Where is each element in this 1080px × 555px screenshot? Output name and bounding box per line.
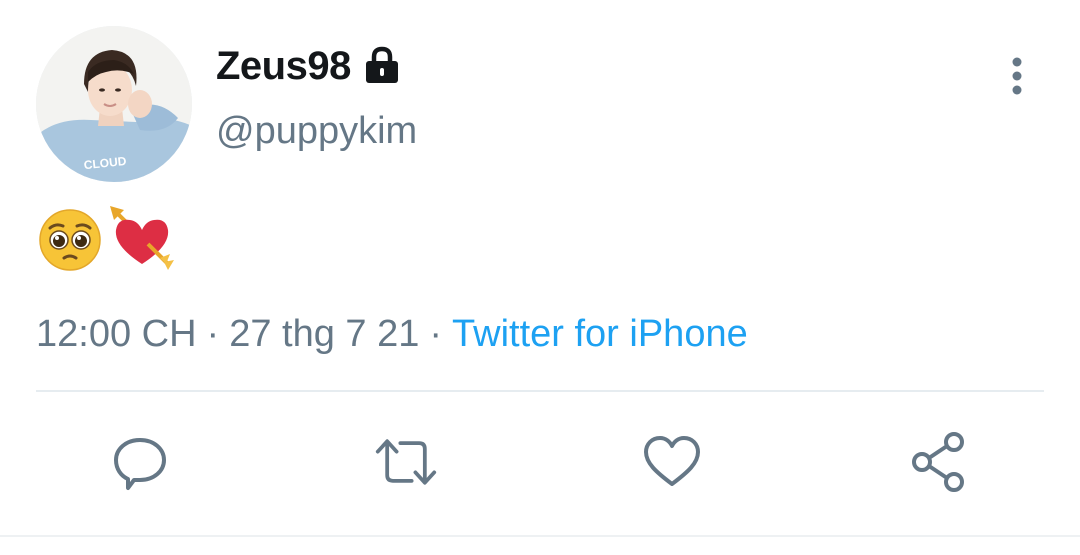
heart-with-arrow-emoji — [108, 204, 176, 272]
retweet-icon — [375, 439, 437, 485]
tweet-meta: 12:00 CH · 27 thg 7 21 · Twitter for iPhone — [36, 310, 748, 358]
tweet-source-link[interactable]: Twitter for iPhone — [452, 313, 748, 355]
more-vertical-icon — [1012, 57, 1022, 95]
more-options-button[interactable] — [996, 52, 1038, 100]
bottom-divider — [0, 535, 1080, 537]
avatar-image: CLOUD — [36, 26, 192, 182]
like-button[interactable] — [640, 430, 704, 494]
reply-icon — [114, 438, 166, 490]
display-name-row: Zeus98 — [216, 42, 403, 90]
retweet-button[interactable] — [374, 430, 438, 494]
reply-button[interactable] — [108, 430, 172, 494]
meta-separator: · — [429, 313, 443, 355]
tweet-card: CLOUD Zeus98 @puppykim 12:00 CH · 27 thg… — [0, 0, 1080, 555]
share-icon — [912, 432, 964, 492]
user-handle[interactable]: @puppykim — [216, 110, 417, 153]
display-name[interactable]: Zeus98 — [216, 44, 351, 89]
tweet-date: 27 thg 7 21 — [229, 313, 420, 355]
avatar[interactable]: CLOUD — [36, 26, 192, 182]
heart-icon — [644, 436, 700, 486]
tweet-text — [36, 204, 176, 272]
meta-separator: · — [206, 313, 220, 355]
pleading-face-emoji — [36, 204, 104, 272]
tweet-time: 12:00 CH — [36, 313, 197, 355]
lock-icon — [361, 45, 403, 87]
share-button[interactable] — [906, 430, 970, 494]
divider — [36, 390, 1044, 392]
